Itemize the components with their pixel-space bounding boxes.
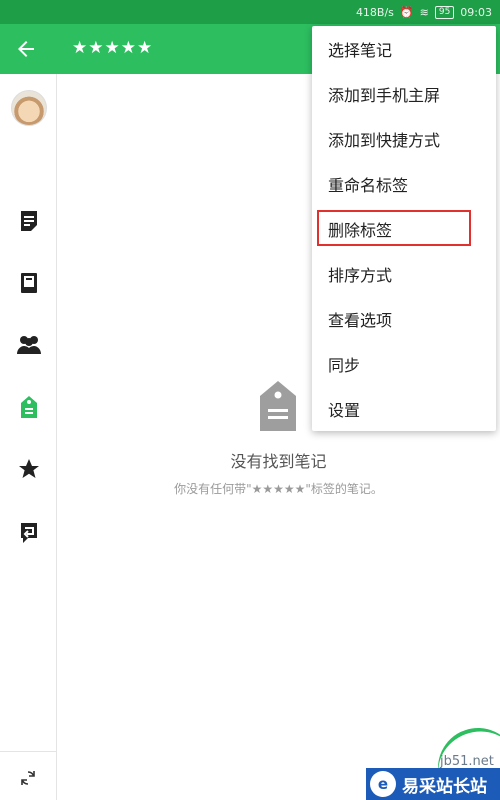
watermark-site: jb51.net (440, 754, 494, 769)
menu-item-view-options[interactable]: 查看选项 (312, 296, 496, 341)
delete-tag-highlight (317, 210, 471, 246)
tag-icon (21, 396, 37, 418)
empty-tag-icon (260, 381, 296, 431)
watermark-logo-icon: e (370, 771, 396, 797)
watermark-logo: e 易采站长站 (366, 768, 500, 800)
arrow-left-icon (18, 41, 34, 57)
sidebar-item-tags[interactable] (16, 394, 42, 420)
sidebar-item-notes[interactable] (16, 208, 42, 234)
status-bar: 418B/s ⏰ ≋ 95 09:03 (0, 0, 500, 24)
menu-item-sync[interactable]: 同步 (312, 341, 496, 386)
network-speed: 418B/s (355, 5, 394, 19)
back-button[interactable] (14, 37, 38, 61)
alarm-icon: ⏰ (399, 5, 414, 19)
empty-state-title: 没有找到笔记 (230, 452, 327, 471)
menu-item-add-to-shortcuts[interactable]: 添加到快捷方式 (312, 116, 496, 161)
sidebar-item-shortcuts[interactable] (16, 456, 42, 482)
watermark-name: 易采站长站 (402, 776, 487, 797)
menu-item-settings[interactable]: 设置 (312, 386, 496, 431)
battery-indicator: 95 (434, 5, 455, 19)
sidebar (0, 74, 57, 800)
menu-item-add-to-home[interactable]: 添加到手机主屏 (312, 71, 496, 116)
tag-title: ★★★★★ (72, 38, 154, 58)
sidebar-divider (0, 751, 57, 752)
notebook-icon (21, 273, 37, 293)
clock: 09:03 (460, 5, 492, 19)
menu-item-select-notes[interactable]: 选择笔记 (312, 26, 496, 71)
sidebar-item-notebooks[interactable] (16, 270, 42, 296)
people-icon (17, 336, 41, 354)
sync-icon (21, 771, 35, 785)
menu-item-rename-tag[interactable]: 重命名标签 (312, 161, 496, 206)
empty-state-description: 你没有任何带"★★★★★"标签的笔记。 (174, 482, 383, 496)
avatar[interactable] (11, 90, 47, 126)
sidebar-item-workchat[interactable] (16, 520, 42, 546)
wifi-icon: ≋ (419, 5, 429, 19)
sync-button[interactable] (14, 764, 42, 792)
menu-item-sort[interactable]: 排序方式 (312, 251, 496, 296)
star-icon (19, 459, 39, 478)
sidebar-item-shared[interactable] (16, 332, 42, 358)
note-icon (21, 211, 37, 231)
workchat-icon (21, 523, 37, 543)
